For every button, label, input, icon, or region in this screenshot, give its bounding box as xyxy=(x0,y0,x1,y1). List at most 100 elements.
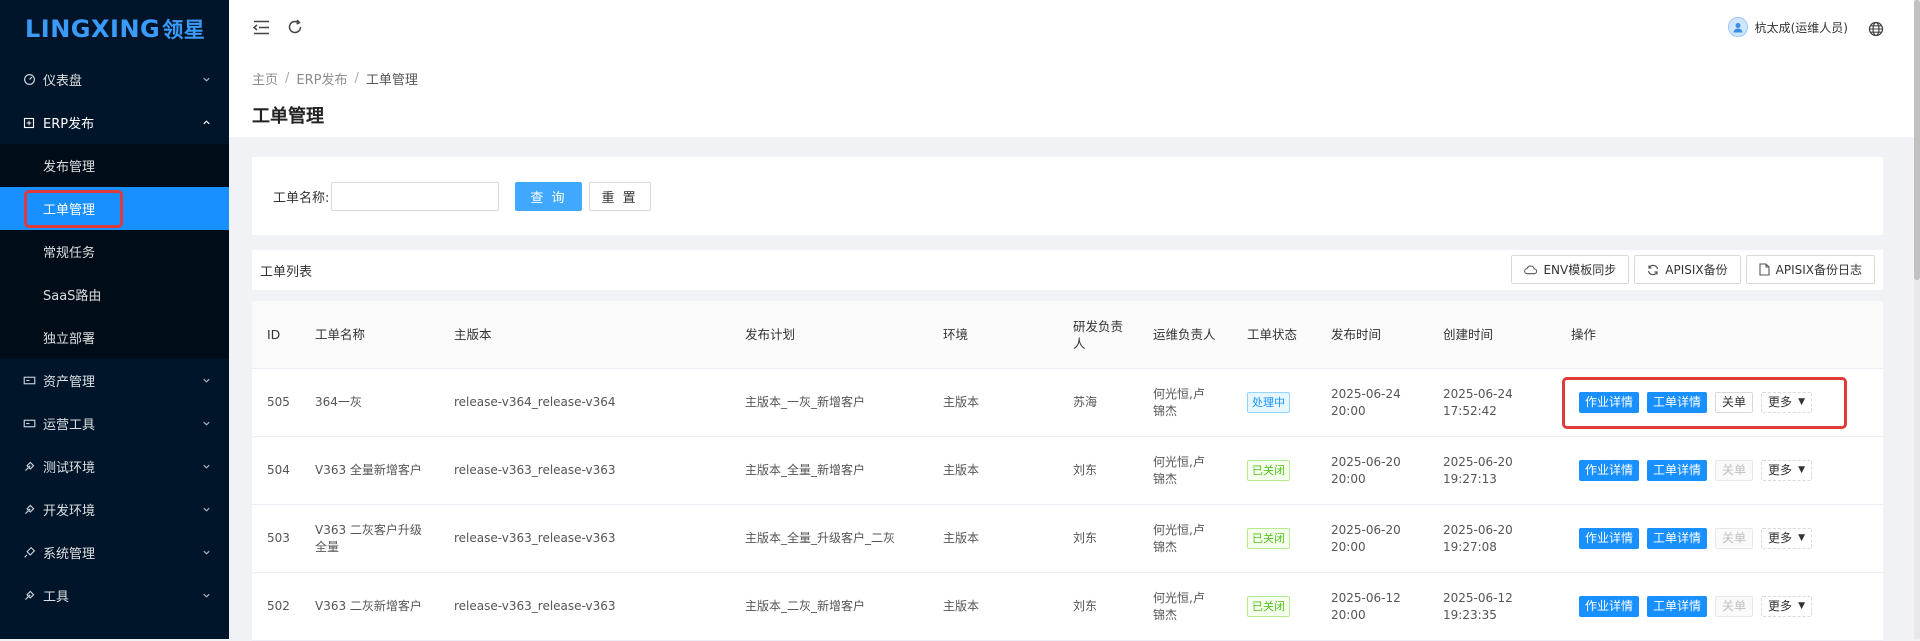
sidebar-item-label: 独立部署 xyxy=(43,332,96,347)
order-detail-button[interactable]: 工单详情 xyxy=(1647,596,1708,617)
logo[interactable]: LINGXING 领星 xyxy=(0,0,229,58)
col-dev-owner: 研发负责人 xyxy=(1073,318,1124,351)
sidebar-item-dashboard[interactable]: 仪表盘 xyxy=(0,58,229,101)
cell-actions: 作业详情 工单详情 关单 更多 ▼ xyxy=(1579,369,1812,436)
col-version: 主版本 xyxy=(454,327,492,342)
sidebar-item-routine-tasks[interactable]: 常规任务 xyxy=(0,230,229,273)
job-detail-button[interactable]: 作业详情 xyxy=(1579,596,1640,617)
sidebar: LINGXING 领星 仪表盘 ERP发布 发布管理 工单管理 常规任务 SaaS… xyxy=(0,0,229,639)
button-label: ENV模板同步 xyxy=(1543,263,1617,277)
breadcrumb-erp[interactable]: ERP发布 xyxy=(296,69,347,88)
refresh-icon[interactable] xyxy=(285,17,305,37)
breadcrumb-home[interactable]: 主页 xyxy=(252,69,278,88)
scrollbar-thumb[interactable] xyxy=(1914,0,1920,280)
asset-icon xyxy=(22,374,36,388)
status-badge: 已关闭 xyxy=(1247,460,1290,481)
sidebar-item-label: 常规任务 xyxy=(43,246,96,261)
breadcrumb-separator: / xyxy=(354,71,359,86)
sidebar-item-test-env[interactable]: 测试环境 xyxy=(0,445,229,488)
cell-name: 364一灰 xyxy=(315,395,362,409)
chevron-down-icon xyxy=(201,419,211,429)
more-dropdown[interactable]: 更多 ▼ xyxy=(1761,460,1812,481)
caret-down-icon: ▼ xyxy=(1798,397,1805,407)
cell-name: V363 全量新增客户 xyxy=(315,463,422,477)
file-icon xyxy=(1759,263,1770,276)
page-header: 主页 / ERP发布 / 工单管理 工单管理 xyxy=(229,55,1914,137)
cell-version: release-v363_release-v363 xyxy=(454,531,616,545)
caret-down-icon: ▼ xyxy=(1798,601,1805,611)
cell-id: 503 xyxy=(267,531,290,545)
status-badge: 处理中 xyxy=(1247,392,1290,413)
col-name: 工单名称 xyxy=(315,327,366,342)
col-created-time: 创建时间 xyxy=(1443,327,1494,342)
user-menu[interactable]: 杭太成(运维人员) xyxy=(1727,17,1848,37)
cell-id: 502 xyxy=(267,599,290,613)
col-plan: 发布计划 xyxy=(745,327,796,342)
job-detail-button[interactable]: 作业详情 xyxy=(1579,460,1640,481)
cell-created-time: 2025-06-20 19:27:13 xyxy=(1443,454,1513,486)
cell-release-time: 2025-06-24 20:00 xyxy=(1331,386,1401,418)
cell-status: 已关闭 xyxy=(1247,505,1290,572)
sidebar-item-label: 资产管理 xyxy=(43,375,96,390)
cell-id: 504 xyxy=(267,463,290,477)
workorder-name-input[interactable] xyxy=(331,181,500,211)
tools-icon xyxy=(22,589,36,603)
sidebar-item-saas-routing[interactable]: SaaS路由 xyxy=(0,273,229,316)
cell-name: V363 二灰客户升级全量 xyxy=(315,522,422,554)
sidebar-item-system[interactable]: 系统管理 xyxy=(0,531,229,574)
chevron-up-icon xyxy=(201,118,211,128)
order-detail-button[interactable]: 工单详情 xyxy=(1647,460,1708,481)
sidebar-item-release-mgmt[interactable]: 发布管理 xyxy=(0,144,229,187)
sidebar-item-dev-env[interactable]: 开发环境 xyxy=(0,488,229,531)
cell-version: release-v363_release-v363 xyxy=(454,599,616,613)
cell-ops-owner: 何光恒,卢锦杰 xyxy=(1153,590,1205,622)
apisix-backup-log-button[interactable]: APISIX备份日志 xyxy=(1745,255,1875,284)
cell-created-time: 2025-06-24 17:52:42 xyxy=(1443,386,1513,418)
reset-button[interactable]: 重 置 xyxy=(588,181,651,211)
sidebar-item-assets[interactable]: 资产管理 xyxy=(0,359,229,402)
more-dropdown[interactable]: 更多 ▼ xyxy=(1761,528,1812,549)
close-order-button[interactable]: 关单 xyxy=(1715,392,1754,413)
more-dropdown[interactable]: 更多 ▼ xyxy=(1761,596,1812,617)
chevron-down-icon xyxy=(201,548,211,558)
apisix-backup-button[interactable]: APISIX备份 xyxy=(1634,255,1741,284)
button-label: APISIX备份日志 xyxy=(1775,263,1862,277)
breadcrumb-current: 工单管理 xyxy=(365,73,418,88)
search-panel: 工单名称: 查 询 重 置 xyxy=(252,157,1883,235)
workorder-table: ID 工单名称 主版本 发布计划 环境 研发负责人 运维负责人 工单状态 发布时… xyxy=(252,301,1883,641)
order-detail-button[interactable]: 工单详情 xyxy=(1647,528,1708,549)
sidebar-item-label: SaaS路由 xyxy=(43,289,102,304)
cell-plan: 主版本_一灰_新增客户 xyxy=(745,395,866,409)
job-detail-button[interactable]: 作业详情 xyxy=(1579,392,1640,413)
sidebar-item-label: 开发环境 xyxy=(43,504,96,519)
col-id: ID xyxy=(267,327,281,342)
more-label: 更多 xyxy=(1768,531,1793,545)
button-label: APISIX备份 xyxy=(1665,263,1728,277)
sidebar-item-label: ERP发布 xyxy=(43,117,95,132)
sidebar-item-tools[interactable]: 工具 xyxy=(0,574,229,617)
page-scrollbar[interactable] xyxy=(1914,0,1920,639)
cell-version: release-v363_release-v363 xyxy=(454,463,616,477)
sidebar-item-standalone-deploy[interactable]: 独立部署 xyxy=(0,316,229,359)
sidebar-item-label: 运营工具 xyxy=(43,418,96,433)
cell-dev-owner: 刘东 xyxy=(1073,463,1098,477)
close-order-button: 关单 xyxy=(1715,460,1754,481)
sidebar-item-erp[interactable]: ERP发布 xyxy=(0,101,229,144)
workorder-name-label: 工单名称: xyxy=(273,190,330,206)
menu-fold-icon[interactable] xyxy=(251,17,271,37)
env-template-sync-button[interactable]: ENV模板同步 xyxy=(1511,255,1630,284)
table-row: 505 364一灰 release-v364_release-v364 主版本_一灰_… xyxy=(252,369,1883,437)
globe-icon[interactable] xyxy=(1866,19,1886,39)
order-detail-button[interactable]: 工单详情 xyxy=(1647,392,1708,413)
job-detail-button[interactable]: 作业详情 xyxy=(1579,528,1640,549)
cell-status: 已关闭 xyxy=(1247,573,1290,640)
sidebar-item-ops-tools[interactable]: 运营工具 xyxy=(0,402,229,445)
sidebar-item-workorder-mgmt[interactable]: 工单管理 xyxy=(0,187,229,230)
cell-status: 处理中 xyxy=(1247,369,1290,436)
cell-actions: 作业详情 工单详情 关单 更多 ▼ xyxy=(1579,505,1812,572)
query-button[interactable]: 查 询 xyxy=(515,181,582,211)
cell-dev-owner: 刘东 xyxy=(1073,599,1098,613)
more-dropdown[interactable]: 更多 ▼ xyxy=(1761,392,1812,413)
status-badge: 已关闭 xyxy=(1247,596,1290,617)
sync-icon xyxy=(1647,264,1659,276)
